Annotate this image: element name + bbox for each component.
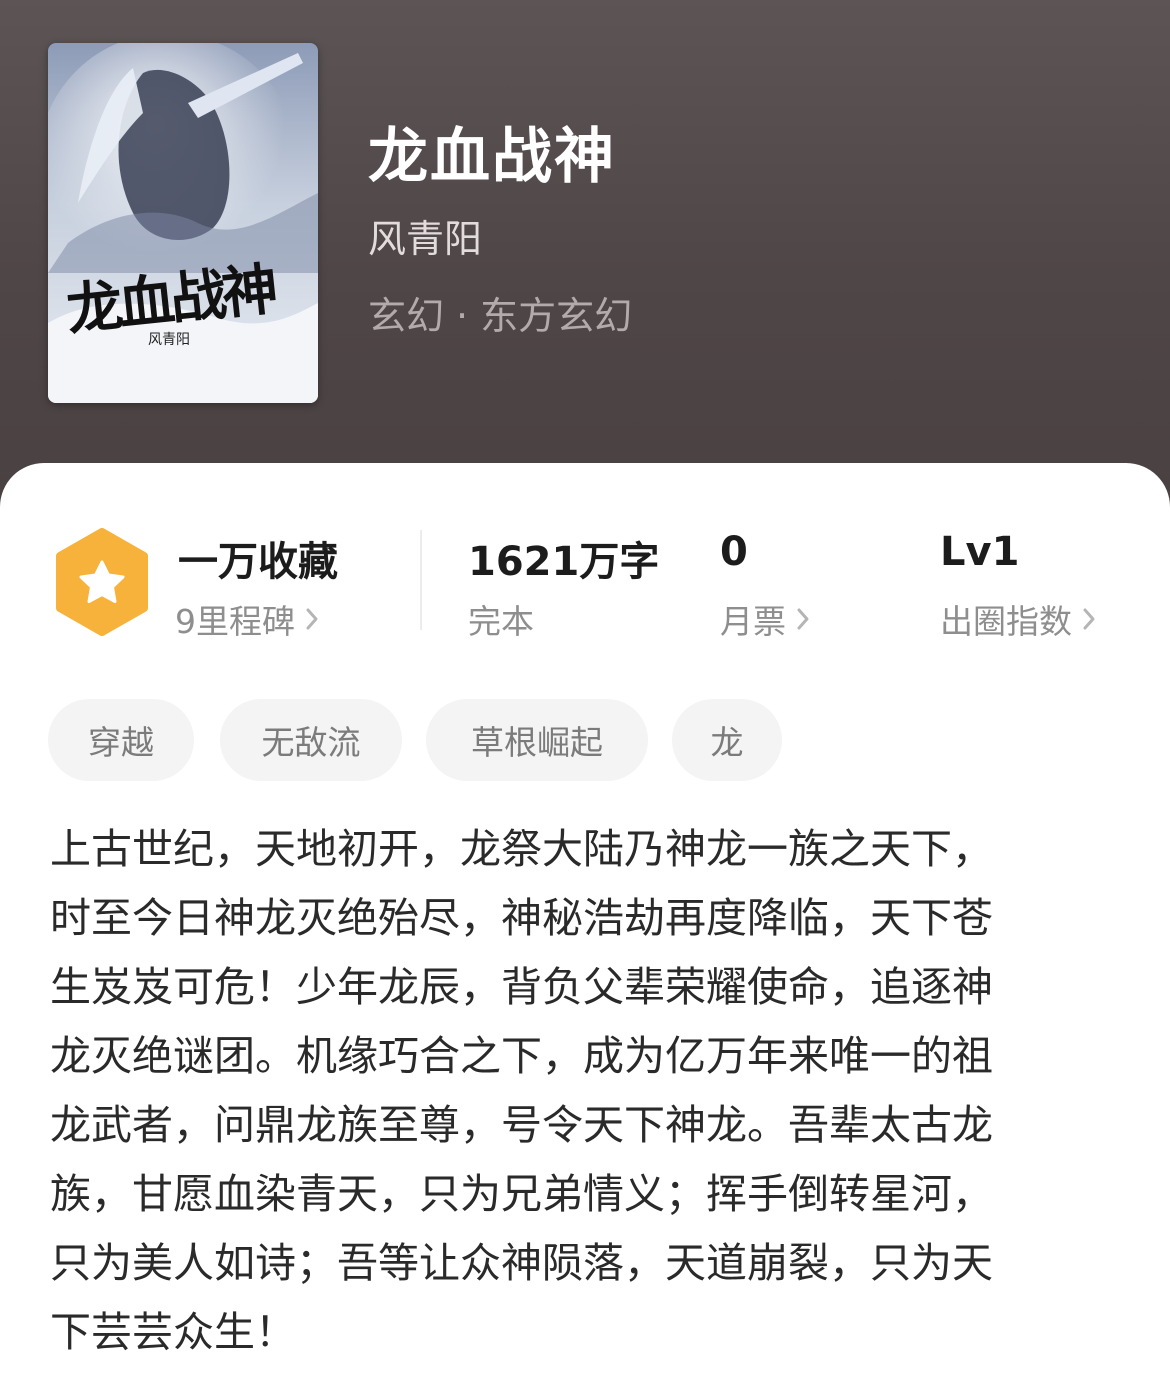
tag-chip[interactable]: 穿越 (48, 699, 194, 781)
tag-chip[interactable]: 龙 (672, 699, 782, 781)
circle-index-value: Lv1 (940, 529, 1020, 575)
chevron-right-icon (797, 608, 809, 630)
book-genre[interactable]: 玄幻 · 东方玄幻 (368, 285, 632, 340)
chevron-right-icon (306, 608, 318, 630)
completion-status-label: 完本 (468, 602, 534, 641)
word-count-value: 1621万字 (468, 539, 660, 585)
cover-author: 风青阳 (148, 332, 190, 348)
monthly-votes-value: 0 (720, 529, 748, 575)
monthly-votes-label: 月票 (720, 602, 786, 641)
favorites-value: 一万收藏 (178, 539, 338, 585)
genre-separator: · (456, 294, 469, 338)
tag-chip[interactable]: 无敌流 (220, 699, 402, 781)
book-author[interactable]: 风青阳 (368, 208, 482, 263)
circle-index-label: 出圈指数 (940, 602, 1072, 641)
subgenre-label: 东方玄幻 (480, 294, 633, 338)
monthly-votes-link[interactable]: 月票 (720, 595, 810, 643)
milestone-label: 9里程碑 (175, 602, 295, 641)
stats-divider (420, 530, 422, 630)
circle-index-link[interactable]: 出圈指数 (940, 595, 1096, 643)
star-hexagon-icon (56, 528, 148, 636)
book-cover[interactable]: 龙血战神 风青阳 (48, 43, 318, 403)
chevron-right-icon (1083, 608, 1095, 630)
book-title: 龙血战神 (368, 122, 616, 192)
tag-chip[interactable]: 草根崛起 (426, 699, 648, 781)
genre-label: 玄幻 (368, 294, 445, 338)
milestone-link[interactable]: 9里程碑 (175, 595, 319, 643)
book-description: 上古世纪，天地初开，龙祭大陆乃神龙一族之天下， 时至今日神龙灭绝殆尽，神秘浩劫再… (50, 825, 993, 1356)
cover-artwork (48, 43, 318, 403)
